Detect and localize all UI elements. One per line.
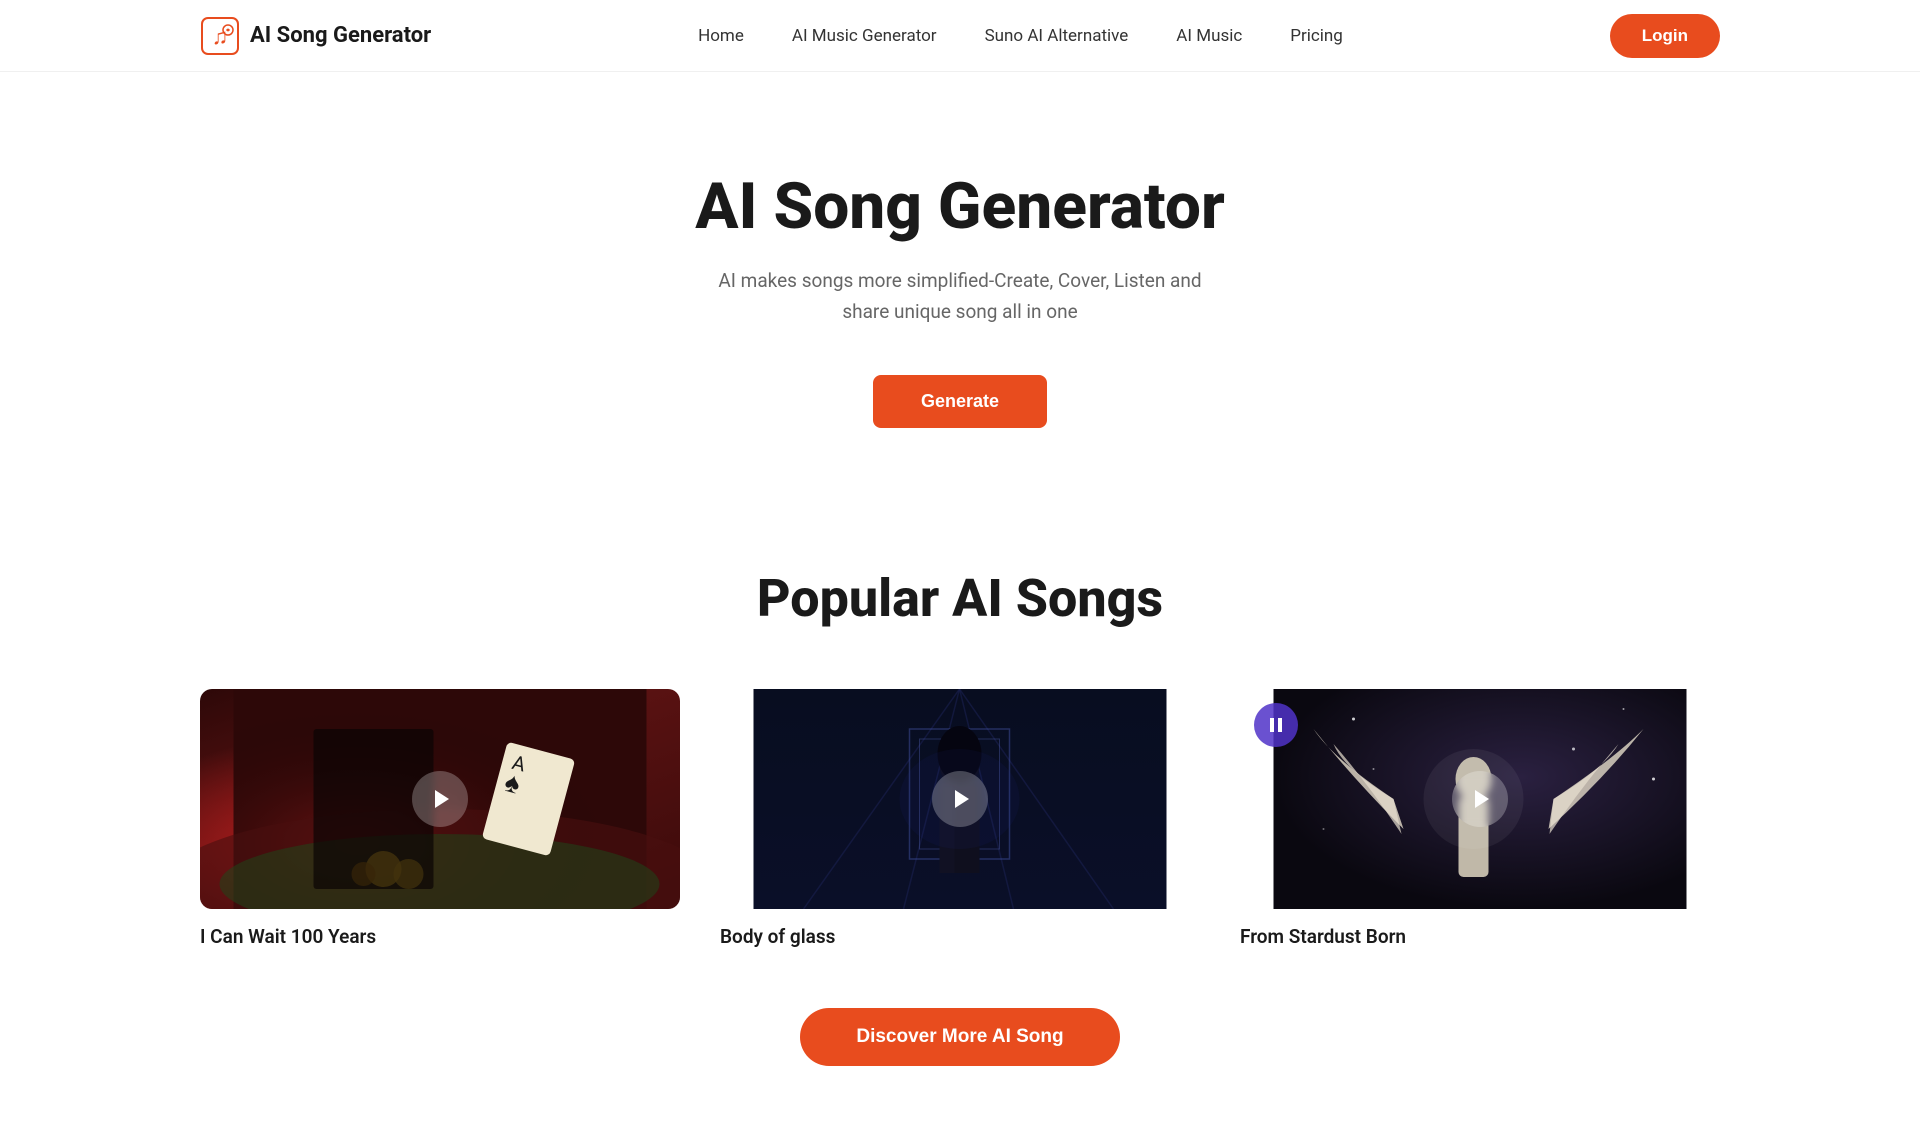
song-title-1: I Can Wait 100 Years: [200, 925, 680, 948]
popular-songs-section: Popular AI Songs: [0, 488, 1920, 1126]
discover-more-button[interactable]: Discover More AI Song: [800, 1008, 1119, 1066]
play-button-1[interactable]: [412, 771, 468, 827]
play-button-3[interactable]: [1452, 771, 1508, 827]
song-card-3[interactable]: From Stardust Born: [1240, 689, 1720, 948]
play-icon-3: [1470, 787, 1494, 811]
song-thumbnail-1[interactable]: A ♠: [200, 689, 680, 909]
nav-home[interactable]: Home: [698, 26, 744, 46]
song-title-3: From Stardust Born: [1240, 925, 1720, 948]
song-thumbnail-3[interactable]: [1240, 689, 1720, 909]
pause-icon-3: [1266, 715, 1286, 735]
nav-ai-music-generator[interactable]: AI Music Generator: [792, 26, 937, 46]
play-icon-1: [430, 787, 454, 811]
discover-btn-container: Discover More AI Song: [200, 1008, 1720, 1066]
logo-icon: ♫: [200, 16, 240, 56]
song-card-1[interactable]: A ♠ I Can Wait 100 Years: [200, 689, 680, 948]
main-nav: Home AI Music Generator Suno AI Alternat…: [698, 26, 1343, 46]
nav-ai-music[interactable]: AI Music: [1176, 26, 1242, 46]
generate-button[interactable]: Generate: [873, 375, 1047, 428]
pause-button-3[interactable]: [1254, 703, 1298, 747]
play-icon-2: [950, 787, 974, 811]
svg-text:♫: ♫: [212, 25, 229, 50]
logo-text: AI Song Generator: [250, 23, 431, 48]
song-title-2: Body of glass: [720, 925, 1200, 948]
song-thumbnail-2[interactable]: [720, 689, 1200, 909]
login-button[interactable]: Login: [1610, 14, 1720, 58]
play-button-2[interactable]: [932, 771, 988, 827]
popular-songs-title: Popular AI Songs: [200, 568, 1720, 629]
site-header: ♫ AI Song Generator Home AI Music Genera…: [0, 0, 1920, 72]
logo[interactable]: ♫ AI Song Generator: [200, 16, 431, 56]
nav-suno-ai-alternative[interactable]: Suno AI Alternative: [985, 26, 1129, 46]
hero-section: AI Song Generator AI makes songs more si…: [0, 72, 1920, 488]
nav-pricing[interactable]: Pricing: [1290, 26, 1343, 46]
songs-grid: A ♠ I Can Wait 100 Years: [200, 689, 1720, 948]
hero-subtitle: AI makes songs more simplified-Create, C…: [200, 266, 1720, 327]
hero-title: AI Song Generator: [200, 172, 1720, 242]
song-card-2[interactable]: Body of glass: [720, 689, 1200, 948]
